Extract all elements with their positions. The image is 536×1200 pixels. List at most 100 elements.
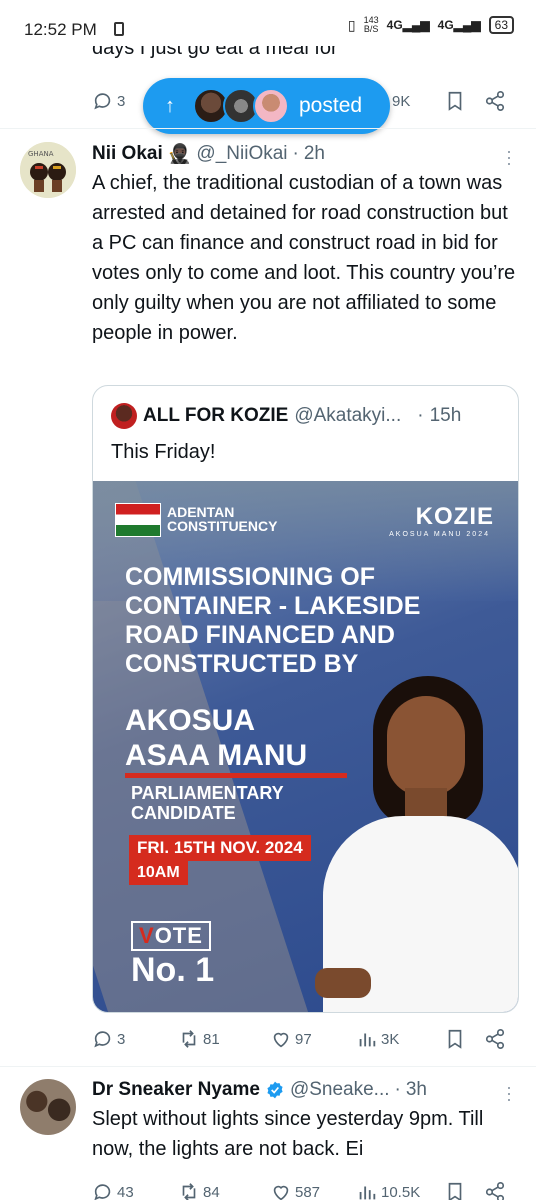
posted-avatars: [193, 88, 289, 124]
view-count: 10.5K: [381, 1183, 421, 1200]
headline-line: CONTAINER - LAKESIDE: [125, 592, 421, 620]
avatar-nii-okai[interactable]: GHANA: [20, 142, 76, 198]
bookmark-icon: [448, 1182, 462, 1200]
repost-icon: [182, 1183, 196, 1200]
tweet1-actions: 3 81 97 3K: [92, 1025, 512, 1053]
share-icon: [485, 91, 505, 111]
reply-icon: [94, 93, 111, 110]
author-name[interactable]: Nii Okai: [92, 143, 163, 165]
speed-unit: B/S: [363, 24, 379, 34]
author-handle[interactable]: @_NiiOkai: [196, 143, 287, 165]
like-button[interactable]: 97: [270, 1028, 312, 1050]
role-line2: CANDIDATE: [131, 803, 236, 823]
quote-time: 15h: [429, 405, 462, 426]
like-icon: [273, 1185, 289, 1200]
more-icon[interactable]: · · ·: [506, 142, 512, 172]
poster-vote: VOTE: [131, 921, 211, 951]
share-button[interactable]: [484, 1181, 506, 1200]
status-time: 12:52 PM: [24, 20, 97, 39]
poster-time: 10AM: [129, 861, 188, 885]
bookmark-button[interactable]: [444, 90, 466, 112]
views-button[interactable]: 9K: [392, 93, 410, 110]
views-button[interactable]: 3K: [356, 1028, 399, 1050]
share-button[interactable]: [484, 1028, 506, 1050]
quote-text: This Friday!: [111, 441, 216, 463]
repost-icon: [182, 1030, 196, 1048]
avatar-dr-sneaker[interactable]: [20, 1079, 76, 1135]
tweet1-text: A chief, the traditional custodian of a …: [92, 172, 516, 344]
like-button[interactable]: 587: [270, 1181, 320, 1200]
poster-headline: COMMISSIONING OF CONTAINER - LAKESIDE RO…: [125, 563, 425, 679]
poster-date: FRI. 15TH NOV. 2024: [129, 835, 311, 861]
repost-count: 84: [203, 1183, 220, 1200]
reply-count: 3: [117, 92, 126, 110]
status-right: ▯ 143 B/S 4G▂▄▆ 4G▂▄▆ 63: [348, 16, 514, 34]
poster-candidate-role: PARLIAMENTARY CANDIDATE: [131, 783, 284, 823]
battery-indicator: 63: [488, 16, 514, 34]
poster-brand-sub: AKOSUA MANU 2024: [389, 531, 490, 538]
author-handle[interactable]: @Sneake...: [290, 1079, 390, 1101]
headline-line: ROAD FINANCED AND: [125, 621, 395, 649]
sim-icon: [114, 22, 124, 36]
share-icon: [485, 1029, 505, 1049]
verified-icon: [267, 1081, 283, 1099]
vote-rest: OTE: [154, 923, 203, 948]
signal-1: 4G▂▄▆: [387, 18, 430, 32]
candidate-line1: AKOSUA: [125, 704, 256, 737]
repost-button[interactable]: 84: [178, 1181, 220, 1200]
tweet1-header: Nii Okai 🥷🏿 @_NiiOkai · 2h: [92, 141, 325, 167]
signal-bars-icon: ▂▄▆: [402, 18, 430, 32]
bookmark-button[interactable]: [444, 1028, 466, 1050]
avatar-text: GHANA: [28, 150, 54, 158]
separator: ·: [394, 1079, 401, 1100]
reply-button[interactable]: 43: [92, 1181, 134, 1200]
poster-constituency: ADENTAN CONSTITUENCY: [167, 505, 277, 533]
signal-bars-icon: ▂▄▆: [453, 18, 481, 32]
reply-button[interactable]: 3: [92, 90, 125, 112]
repost-button[interactable]: 81: [178, 1028, 220, 1050]
divider: [0, 1066, 536, 1067]
reply-button[interactable]: 3: [92, 1028, 125, 1050]
tweet2-actions: 43 84 587 10.5K: [92, 1178, 512, 1200]
face-shape: [387, 696, 465, 796]
new-posts-pill[interactable]: ↑ posted: [143, 78, 390, 134]
status-bar: 12:52 PM ▯ 143 B/S 4G▂▄▆ 4G▂▄▆ 63: [0, 0, 536, 50]
net1-label: 4G: [386, 18, 403, 32]
more-icon[interactable]: · · ·: [506, 1078, 512, 1108]
quote-header: ALL FOR KOZIE @Akatakyi... · 15h: [111, 403, 461, 429]
separator: ·: [417, 405, 424, 426]
reply-count: 3: [117, 1030, 126, 1048]
poster-brand: KOZIE: [415, 503, 494, 530]
quote-author-name: ALL FOR KOZIE: [143, 405, 289, 426]
tweet2-text: Slept without lights since yesterday 9pm…: [92, 1108, 484, 1160]
reply-count: 43: [117, 1183, 134, 1200]
candidate-line2: ASAA MANU: [125, 739, 308, 772]
reply-icon: [94, 1184, 111, 1200]
previous-tweet-fragment: days I just go eat a meal for: [92, 46, 338, 59]
share-button[interactable]: [484, 90, 506, 112]
views-button[interactable]: 10.5K: [356, 1181, 420, 1200]
headline-line: CONSTRUCTED BY: [125, 650, 359, 678]
role-line1: PARLIAMENTARY: [131, 783, 284, 803]
bookmark-icon: [448, 1029, 462, 1049]
repost-count: 81: [203, 1030, 220, 1048]
avatar-art: GHANA: [20, 142, 76, 198]
candidate-photo: [313, 676, 518, 1012]
headline-line: COMMISSIONING OF: [125, 563, 375, 591]
vibrate-icon: ▯: [347, 16, 356, 33]
constituency-line2: CONSTITUENCY: [167, 518, 278, 534]
separator: ·: [292, 143, 299, 164]
bookmark-icon: [448, 91, 462, 111]
author-name[interactable]: Dr Sneaker Nyame: [92, 1079, 260, 1101]
quote-image[interactable]: ADENTAN CONSTITUENCY KOZIE AKOSUA MANU 2…: [93, 481, 518, 1012]
post-time[interactable]: 3h: [406, 1079, 427, 1101]
divider: [0, 128, 536, 129]
author-badge-emoji: 🥷🏿: [167, 144, 192, 165]
quote-card[interactable]: ALL FOR KOZIE @Akatakyi... · 15h This Fr…: [92, 385, 519, 1013]
bookmark-button[interactable]: [444, 1181, 466, 1200]
arrow-up-icon: ↑: [165, 94, 175, 117]
post-time[interactable]: 2h: [304, 143, 325, 165]
tweet2-header: Dr Sneaker Nyame @Sneake... · 3h: [92, 1077, 427, 1103]
share-icon: [485, 1182, 505, 1200]
view-count: 9K: [392, 92, 411, 110]
